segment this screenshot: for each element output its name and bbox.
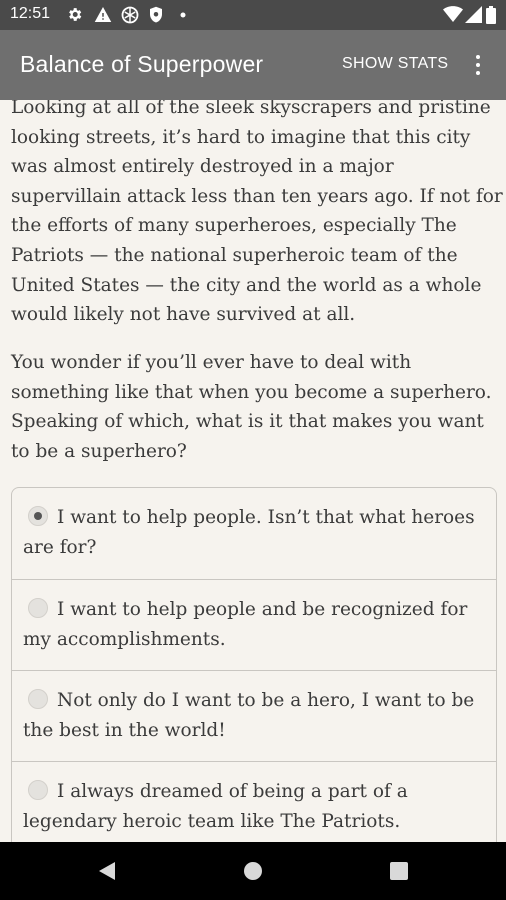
home-circle-icon xyxy=(244,862,262,880)
status-time: 12:51 xyxy=(10,5,51,22)
vpn-icon xyxy=(121,6,139,24)
story-content[interactable]: Looking at all of the sleek skyscrapers … xyxy=(0,100,506,842)
recents-square-icon xyxy=(390,862,408,880)
signal-icon xyxy=(465,6,482,23)
more-vert-icon[interactable] xyxy=(466,50,490,80)
shield-icon xyxy=(150,6,162,23)
choice-label: I always dreamed of being a part of a le… xyxy=(23,781,408,832)
warning-icon xyxy=(94,7,112,22)
choice-label: I want to help people. Isn’t that what h… xyxy=(23,507,475,558)
settings-icon xyxy=(69,8,82,21)
choice-list: I want to help people. Isn’t that what h… xyxy=(11,487,497,842)
navigation-bar xyxy=(0,842,506,900)
app-bar: Balance of Superpower SHOW STATS xyxy=(0,30,506,100)
back-button[interactable] xyxy=(76,842,136,900)
story-paragraph: You wonder if you’ll ever have to deal w… xyxy=(11,352,492,462)
choice-option[interactable]: I want to help people and be recognized … xyxy=(12,579,496,670)
recents-button[interactable] xyxy=(369,842,429,900)
choice-option[interactable]: Not only do I want to be a hero, I want … xyxy=(12,670,496,761)
choice-option[interactable]: I always dreamed of being a part of a le… xyxy=(12,761,496,842)
dot-icon xyxy=(180,12,186,18)
back-triangle-icon xyxy=(99,862,115,880)
show-stats-button[interactable]: SHOW STATS xyxy=(342,55,448,73)
battery-icon xyxy=(486,6,496,24)
home-button[interactable] xyxy=(223,842,283,900)
app-title: Balance of Superpower xyxy=(20,51,264,77)
story-paragraph: Looking at all of the sleek skyscrapers … xyxy=(11,100,503,326)
choice-option[interactable]: I want to help people. Isn’t that what h… xyxy=(12,488,496,579)
wifi-icon xyxy=(443,6,463,23)
status-bar: 12:51 xyxy=(0,0,506,30)
choice-label: Not only do I want to be a hero, I want … xyxy=(23,690,475,741)
choice-label: I want to help people and be recognized … xyxy=(23,599,468,650)
